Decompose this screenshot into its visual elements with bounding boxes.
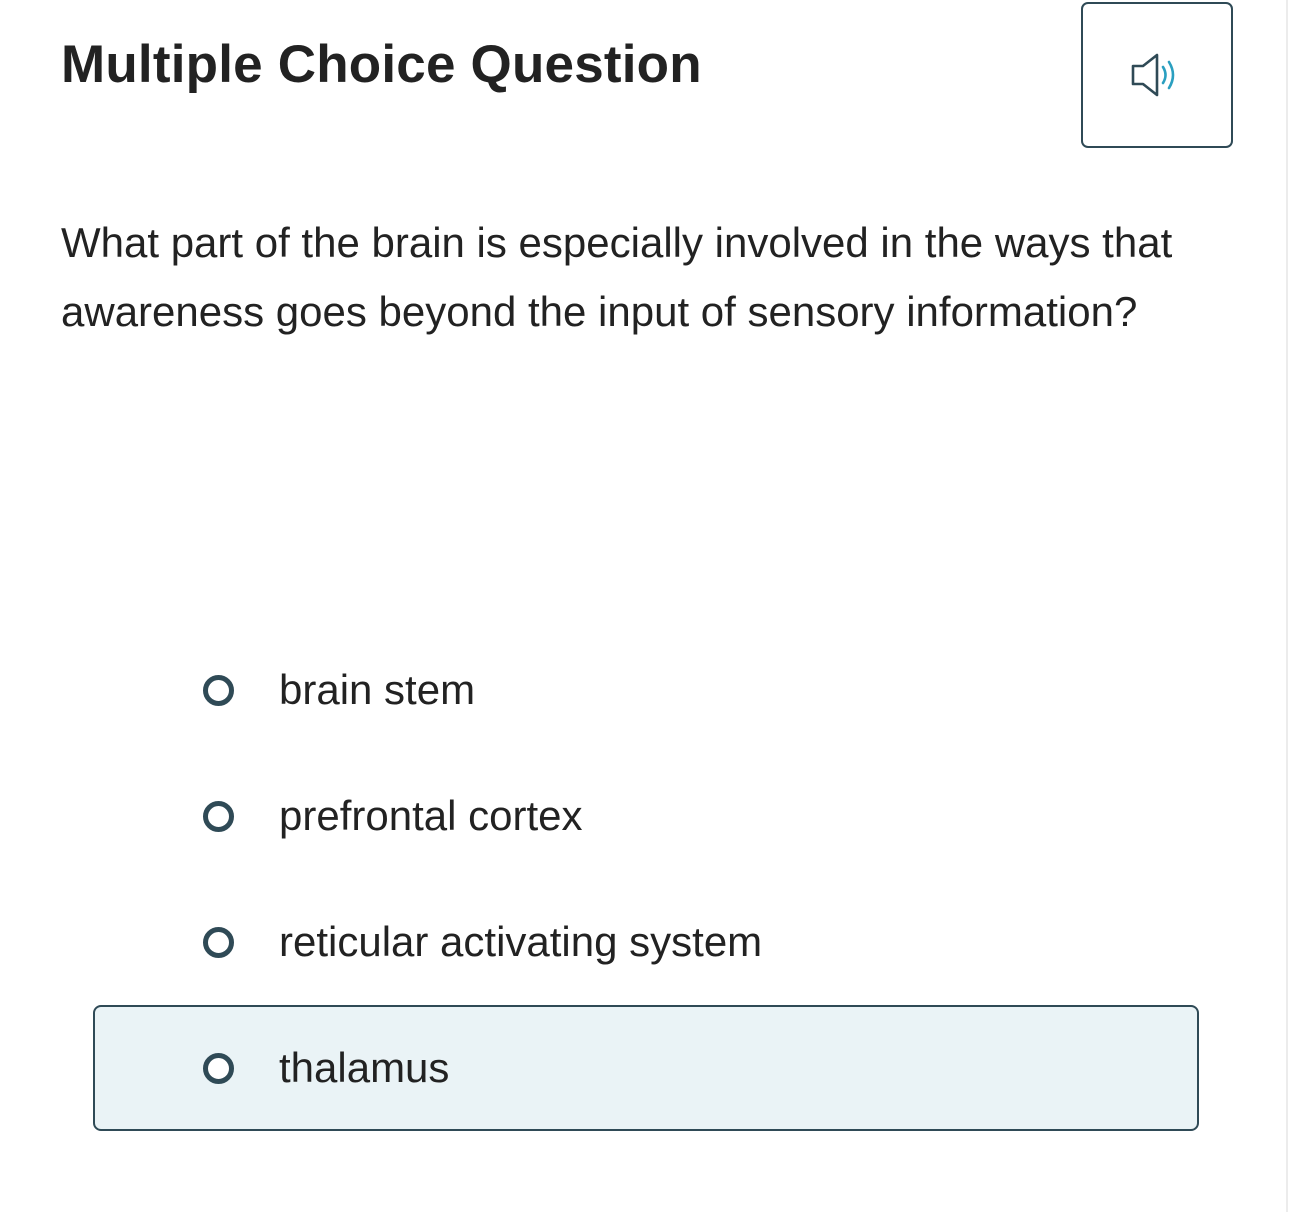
radio-button[interactable] xyxy=(203,926,234,958)
read-aloud-button[interactable] xyxy=(1081,2,1233,148)
option-prefrontal-cortex[interactable]: prefrontal cortex xyxy=(93,753,1199,879)
option-label: prefrontal cortex xyxy=(279,792,583,839)
option-thalamus[interactable]: thalamus xyxy=(93,1005,1199,1131)
option-label: brain stem xyxy=(279,666,476,713)
option-reticular-activating-system[interactable]: reticular activating system xyxy=(93,879,1199,1005)
option-brain-stem[interactable]: brain stem xyxy=(93,627,1199,753)
page-title: Multiple Choice Question xyxy=(61,35,702,94)
radio-button[interactable] xyxy=(203,674,234,706)
radio-button[interactable] xyxy=(203,800,234,832)
option-label: thalamus xyxy=(279,1044,450,1091)
option-label: reticular activating system xyxy=(279,918,763,965)
question-text: What part of the brain is especially inv… xyxy=(61,219,1173,335)
page-right-edge xyxy=(1286,0,1288,1212)
answer-options: brain stem prefrontal cortex reticular a… xyxy=(93,627,1199,1131)
radio-button[interactable] xyxy=(203,1052,234,1084)
speaker-icon xyxy=(1131,53,1175,97)
